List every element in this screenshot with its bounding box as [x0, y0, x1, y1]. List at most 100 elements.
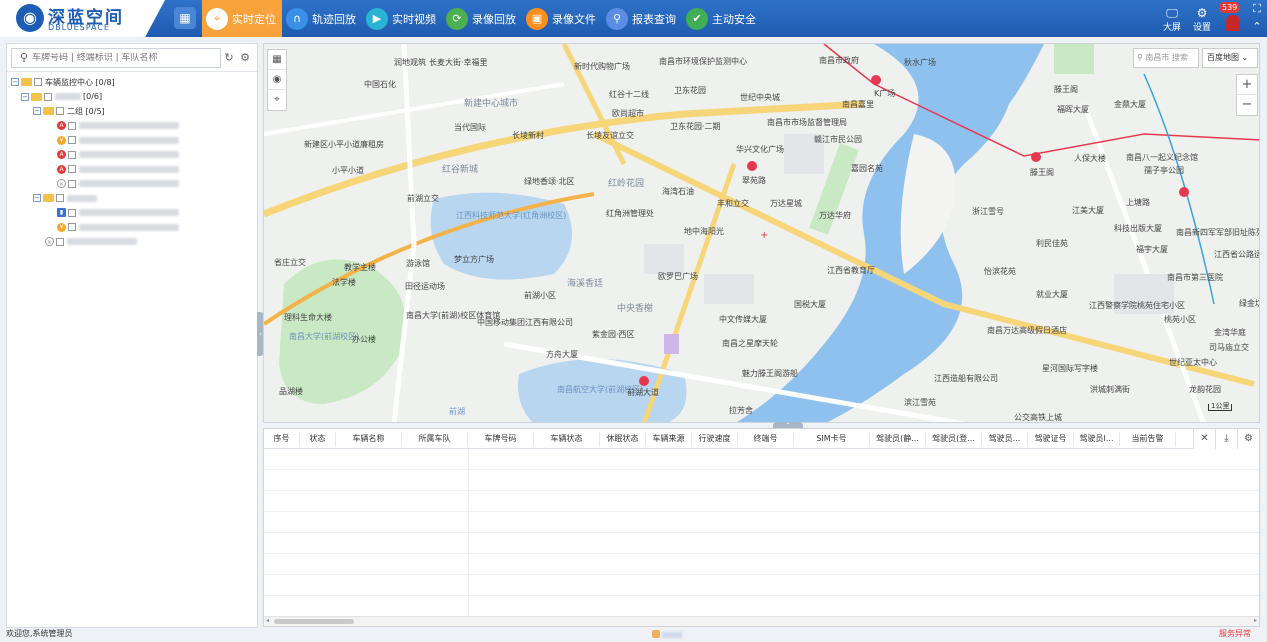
tree-vehicle-item[interactable]: A	[11, 148, 253, 163]
service-status[interactable]: 服务异常	[1219, 628, 1251, 640]
map-poi-label[interactable]: 梦立方广场	[454, 254, 494, 265]
map-poi-label[interactable]: 绿地香颂·北区	[524, 176, 575, 187]
clear-icon[interactable]: ✕	[1193, 429, 1215, 449]
fullscreen-icon[interactable]: ⛶	[1250, 2, 1264, 16]
tree-checkbox[interactable]	[68, 121, 76, 130]
map-poi-label[interactable]: 嘉园名苑	[851, 163, 883, 174]
map-search-input[interactable]: ⚲ 南昌市 搜索	[1133, 48, 1199, 68]
column-header[interactable]: 驾驶证号	[1028, 431, 1074, 446]
map-poi-label[interactable]: 滨江雪苑	[904, 397, 936, 408]
tree-checkbox[interactable]	[68, 165, 76, 174]
map-poi-label[interactable]: 南昌之星摩天轮	[722, 338, 778, 349]
column-header[interactable]: 车牌号码	[468, 431, 534, 446]
map-poi-label[interactable]: 福宇大厦	[1136, 244, 1168, 255]
map-poi-label[interactable]: 南昌市政府	[819, 55, 859, 66]
map-poi-label[interactable]: 南昌市环境保护监测中心	[659, 56, 747, 67]
map-poi-label[interactable]: 魅力滕王阁游船	[742, 368, 798, 379]
tree-search-input[interactable]	[32, 52, 202, 63]
map-poi-label[interactable]: 世纪中央城	[740, 92, 780, 103]
map-poi-label[interactable]: 长麦大街·幸福里	[429, 57, 488, 68]
column-header[interactable]: 驾驶员...	[982, 431, 1028, 446]
map-poi-label[interactable]: 翠苑路	[742, 175, 766, 186]
map-poi-label[interactable]: 南昌市市场监督管理局	[767, 117, 847, 128]
tree-vehicle-item[interactable]: ¥	[11, 133, 253, 148]
collapse-up-icon[interactable]: ⌃	[1250, 20, 1264, 34]
zoom-out-button[interactable]: −	[1237, 95, 1257, 115]
column-header[interactable]: 车辆状态	[534, 431, 600, 446]
map-poi-label[interactable]: 润地观筑	[394, 57, 426, 68]
map-poi-label[interactable]: 江西省公路运输管理局	[1214, 249, 1259, 260]
map-poi-label[interactable]: 万达华府	[819, 210, 851, 221]
map-poi-label[interactable]: 浙江雪号	[972, 206, 1004, 217]
map-poi-label[interactable]: 新建中心城市	[464, 96, 518, 109]
tree-vehicle-item[interactable]: A	[11, 119, 253, 134]
tree-node-group[interactable]: − [0/6]	[11, 90, 253, 105]
tree-checkbox[interactable]	[44, 92, 52, 101]
map-poi-label[interactable]: 游泳馆	[406, 258, 430, 269]
map-type-select[interactable]: 百度地图 ⌄	[1202, 48, 1258, 68]
nav-item-record-file[interactable]: ▣ 录像文件	[522, 0, 602, 37]
collapse-toggle-icon[interactable]: −	[21, 92, 29, 101]
map-poi-label[interactable]: 江西造船有限公司	[934, 373, 998, 384]
map-poi-label[interactable]: 绿金坊	[1239, 298, 1259, 309]
column-header[interactable]: 序号	[264, 431, 300, 446]
map-poi-label[interactable]: 欧罗巴广场	[658, 271, 698, 282]
map-poi-label[interactable]: 新建区小平小道廉租房	[304, 139, 384, 150]
map-poi-label[interactable]: 人保大楼	[1074, 153, 1106, 164]
map-poi-label[interactable]: 星河国际写字楼	[1042, 363, 1098, 374]
scroll-left-icon[interactable]: ◂	[266, 617, 269, 624]
download-icon[interactable]: ⤓	[1215, 429, 1237, 449]
map-poi-label[interactable]: K广场	[874, 88, 895, 99]
tree-vehicle-item[interactable]: ¥	[11, 220, 253, 235]
map-poi-label[interactable]: 利民佳苑	[1036, 238, 1068, 249]
tree-node-group2[interactable]: − 二组 [0/5]	[11, 104, 253, 119]
map-poi-label[interactable]: 赣江市民公园	[814, 134, 862, 145]
map-poi-label[interactable]: 南昌八一起义纪念馆	[1126, 152, 1198, 163]
refresh-icon[interactable]: ↻	[221, 51, 237, 64]
map-poi-label[interactable]: 江美大厦	[1072, 205, 1104, 216]
settings-button[interactable]: ⚙ 设置	[1187, 0, 1217, 37]
map-poi-label[interactable]: 世纪亚太中心	[1169, 357, 1217, 368]
map-poi-label[interactable]: 新时代购物广场	[574, 61, 630, 72]
column-header[interactable]: 当前告警	[1120, 431, 1176, 446]
map-poi-label[interactable]: 卫东花园	[674, 85, 706, 96]
map-poi-label[interactable]: 孺子亭公园	[1144, 165, 1184, 176]
collapse-toggle-icon[interactable]: −	[11, 78, 19, 87]
map-poi-label[interactable]: 中国移动集团江西有限公司	[477, 317, 573, 328]
column-settings-icon[interactable]: ⚙	[1237, 429, 1259, 449]
map-poi-label[interactable]: 品湖楼	[279, 386, 303, 397]
tree-settings-icon[interactable]: ⚙	[237, 51, 253, 64]
tree-checkbox[interactable]	[56, 194, 64, 203]
map-poi-label[interactable]: 方舟大厦	[546, 349, 578, 360]
column-header[interactable]: 车辆名称	[336, 431, 402, 446]
map-poi-label[interactable]: 紫金园·西区	[592, 329, 635, 340]
map-poi-label[interactable]: 金湾华庭	[1214, 327, 1246, 338]
column-header[interactable]: 状态	[300, 431, 336, 446]
zoom-in-button[interactable]: +	[1237, 75, 1257, 95]
map-poi-label[interactable]: 地中海阳光	[684, 226, 724, 237]
map-poi-label[interactable]: 长堎新村	[512, 130, 544, 141]
map-poi-label[interactable]: 中国石化	[364, 79, 396, 90]
tree-vehicle-item[interactable]: ✕	[11, 177, 253, 192]
map-poi-label[interactable]: 前湖	[449, 406, 465, 417]
map-poi-label[interactable]: 华兴文化广场	[736, 144, 784, 155]
column-header[interactable]: 驾驶员(登...	[926, 431, 982, 446]
map-poi-label[interactable]: 桃苑小区	[1164, 314, 1196, 325]
tree-vehicle-item[interactable]: A	[11, 162, 253, 177]
map-poi-label[interactable]: 海湾石油	[662, 186, 694, 197]
map-poi-label[interactable]: 江西省教育厅	[827, 265, 875, 276]
tree-checkbox[interactable]	[68, 179, 76, 188]
table-hscrollbar[interactable]: ◂ ▸	[264, 616, 1259, 626]
map-poi-label[interactable]: 海溪香廷	[567, 276, 603, 289]
map-poi-label[interactable]: 司马庙立交	[1209, 342, 1249, 353]
map-poi-label[interactable]: 教学主楼	[344, 262, 376, 273]
map-poi-label[interactable]: 前湖立交	[407, 193, 439, 204]
map-view[interactable]: + 润地观筑 长麦大街·幸福里 新时代购物广场 南昌市环境保护监测中心 南昌市政府 秋水广…	[263, 43, 1260, 423]
tree-checkbox[interactable]	[68, 150, 76, 159]
column-header[interactable]: 车辆来源	[646, 431, 692, 446]
map-poi-label[interactable]: 红岭花园	[608, 176, 644, 189]
map-poi-label[interactable]: 理科生命大楼	[284, 312, 332, 323]
tree-vehicle-item[interactable]: ▮	[11, 206, 253, 221]
column-header[interactable]: 驾驶员(静...	[870, 431, 926, 446]
map-poi-label[interactable]: 科技出版大厦	[1114, 223, 1162, 234]
